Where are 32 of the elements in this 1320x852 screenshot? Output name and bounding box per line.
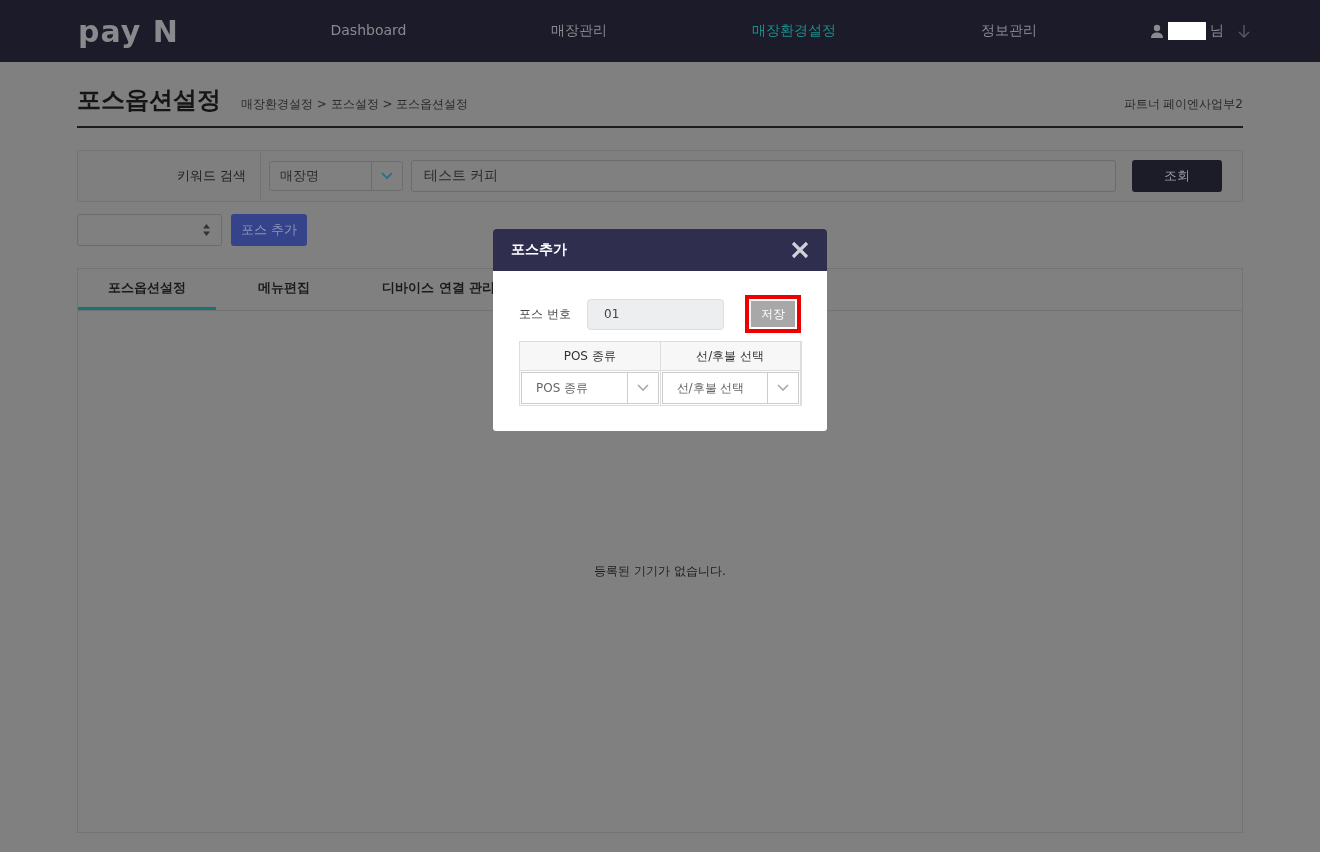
nav-link[interactable]: Dashboard xyxy=(330,22,407,40)
dialog-title: 포스추가 xyxy=(511,241,567,259)
tab[interactable]: 포스옵션설정 xyxy=(78,269,216,310)
arrow-down-icon[interactable] xyxy=(1238,24,1250,38)
nav-link[interactable]: 정보관리 xyxy=(981,22,1038,40)
search-button[interactable]: 조회 xyxy=(1132,160,1222,192)
partner-name: 파트너 페이엔사업부2 xyxy=(1123,96,1243,113)
user-icon xyxy=(1150,24,1164,38)
sort-arrows-icon xyxy=(202,223,211,237)
chevron-down-icon xyxy=(636,384,649,392)
nav-link[interactable]: 매장환경설정 xyxy=(752,22,837,40)
dropdown[interactable]: 선/후불 선택 xyxy=(661,372,799,404)
logo[interactable]: pay N xyxy=(78,13,258,49)
breadcrumb: 매장환경설정 > 포스설정 > 포스옵션설정 xyxy=(241,96,470,113)
redacted-name xyxy=(1168,22,1206,40)
tab[interactable]: 메뉴편집 xyxy=(216,269,352,310)
pos-number-field[interactable]: 01 xyxy=(587,298,724,330)
chevron-down-icon xyxy=(777,384,789,392)
search-label: 키워드 검색 xyxy=(78,151,261,201)
chevron-down-icon xyxy=(381,172,393,180)
dropdown[interactable]: POS 종류 xyxy=(521,372,659,404)
count-select[interactable] xyxy=(77,214,222,246)
nav-link[interactable]: 매장관리 xyxy=(551,22,608,40)
keyword-field[interactable]: 테스트 커피 xyxy=(411,160,1116,192)
close-icon[interactable] xyxy=(791,241,809,259)
field-select[interactable]: 매장명 xyxy=(269,161,403,191)
user-suffix: 님 xyxy=(1210,22,1224,40)
empty-message: 등록된 기기가 없습니다. xyxy=(594,563,726,580)
add-pos-button[interactable]: 포스 추가 xyxy=(231,214,308,246)
page-title: 포스옵션설정 xyxy=(77,85,221,116)
column-header: 선/후불 선택 xyxy=(660,342,801,371)
column-header: POS 종류 xyxy=(520,342,661,371)
